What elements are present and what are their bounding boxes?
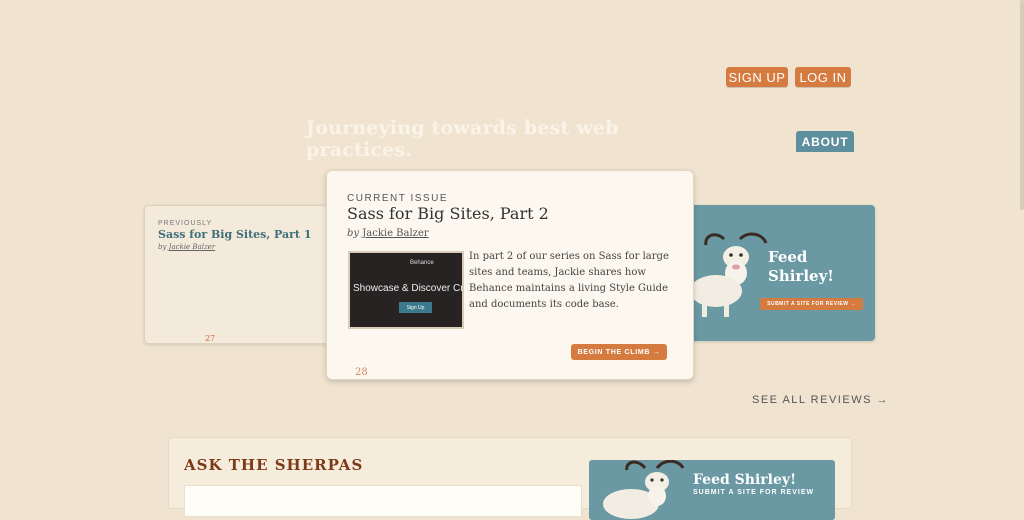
site-tagline: Journeying towards best web practices. [306, 117, 619, 161]
current-issue-card: CURRENT ISSUE Sass for Big Sites, Part 2… [326, 170, 694, 380]
thumbnail-headline: Showcase & Discover Crea [353, 283, 464, 294]
previous-issue-byline: by Jackie Balzer [158, 243, 215, 251]
byline-prefix: by [158, 243, 167, 251]
feed-shirley-promo[interactable]: Feed Shirley! SUBMIT A SITE FOR REVIEW → [686, 205, 875, 341]
current-issue-number: 28 [355, 367, 368, 378]
thumbnail-signup-button: Sign Up [399, 302, 432, 313]
previous-issue-author-link[interactable]: Jackie Balzer [169, 243, 215, 251]
feed-shirley-banner-subtitle[interactable]: SUBMIT A SITE FOR REVIEW [693, 489, 814, 496]
byline-prefix: by [347, 228, 360, 239]
sherpas-content-box [184, 485, 582, 517]
submit-site-button[interactable]: SUBMIT A SITE FOR REVIEW → [760, 298, 863, 310]
log-in-button[interactable]: LOG IN [795, 67, 851, 87]
feed-shirley-banner-title: Feed Shirley! [693, 472, 797, 488]
goat-icon [603, 460, 685, 519]
thumbnail-brand: Behance [410, 260, 434, 266]
begin-the-climb-button[interactable]: BEGIN THE CLIMB → [571, 344, 667, 360]
feed-shirley-title: Feed Shirley! [768, 248, 834, 285]
previous-issue-title[interactable]: Sass for Big Sites, Part 1 [158, 228, 312, 241]
current-issue-title[interactable]: Sass for Big Sites, Part 2 [347, 204, 549, 223]
sign-up-button[interactable]: SIGN UP [726, 67, 788, 87]
current-issue-kicker: CURRENT ISSUE [347, 193, 448, 204]
previous-issue-card[interactable]: PREVIOUSLY Sass for Big Sites, Part 1 by… [144, 205, 346, 344]
page-scrollbar[interactable] [1020, 0, 1024, 210]
see-all-reviews-link[interactable]: SEE ALL REVIEWS → [752, 394, 889, 406]
previous-issue-number: 27 [205, 334, 216, 343]
article-thumbnail[interactable]: Behance Showcase & Discover Crea Sign Up [348, 251, 464, 329]
feed-shirley-banner[interactable]: Feed Shirley! SUBMIT A SITE FOR REVIEW [589, 460, 835, 520]
current-issue-author-link[interactable]: Jackie Balzer [362, 228, 428, 239]
current-issue-description: In part 2 of our series on Sass for larg… [469, 251, 669, 310]
previous-issue-kicker: PREVIOUSLY [158, 220, 213, 227]
current-issue-byline: by Jackie Balzer [347, 228, 429, 239]
about-tab[interactable]: ABOUT [796, 131, 854, 152]
ask-the-sherpas-heading: ASK THE SHERPAS [184, 456, 364, 474]
